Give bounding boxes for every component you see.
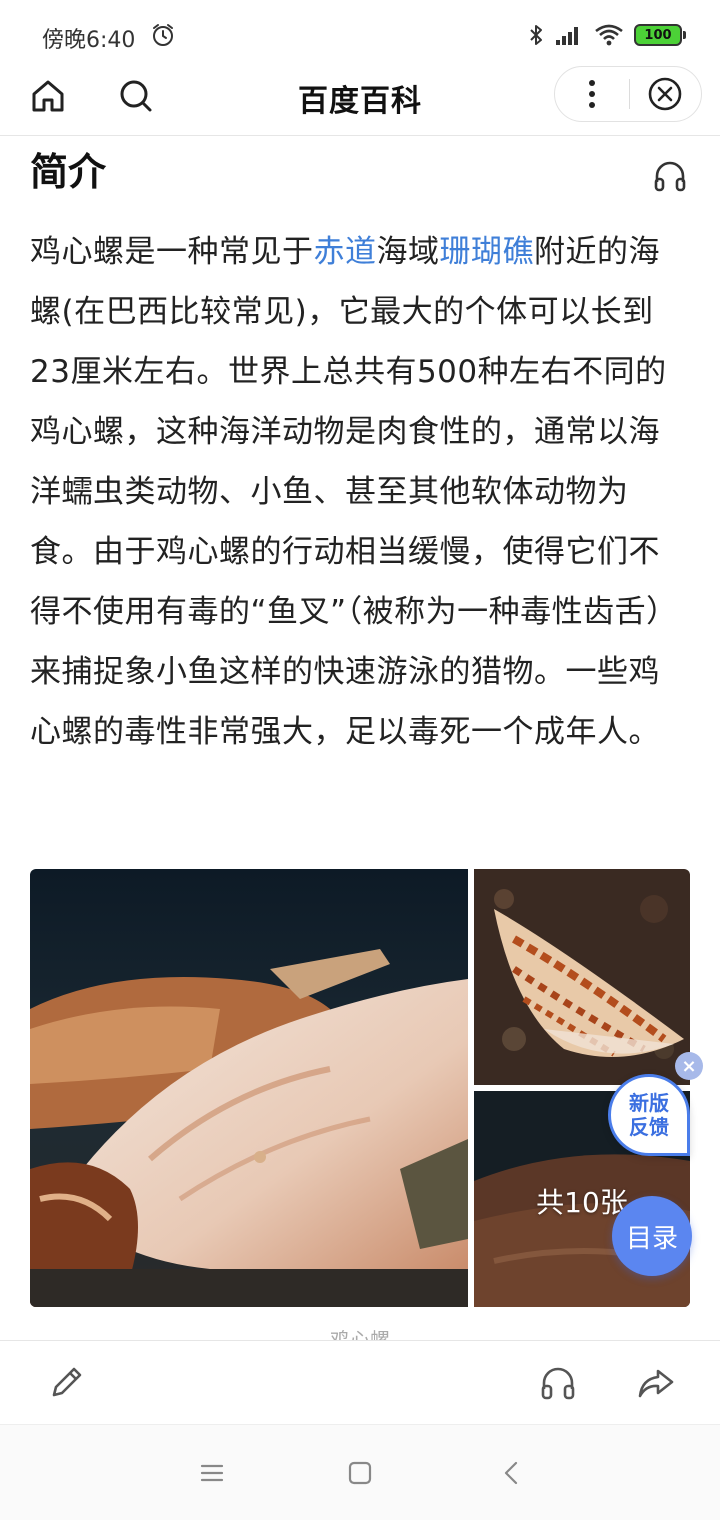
battery-indicator: 100 (634, 24, 686, 46)
system-nav-bar (0, 1424, 720, 1520)
image-gallery: 共10张 (30, 869, 690, 1307)
more-vertical-icon (588, 80, 595, 108)
link-coral-reef[interactable]: 珊瑚礁 (440, 234, 535, 270)
bottom-toolbar (0, 1340, 720, 1424)
gallery-main-image[interactable] (30, 869, 468, 1307)
back-icon[interactable] (498, 1459, 526, 1487)
mini-program-capsule (554, 66, 702, 122)
wifi-icon (595, 24, 623, 46)
feedback-bubble[interactable]: 新版 反馈 (608, 1074, 690, 1156)
home-square-icon[interactable] (346, 1459, 374, 1487)
status-time: 傍晚6:40 (42, 28, 136, 53)
link-equator[interactable]: 赤道 (314, 234, 377, 270)
section-title: 简介 (30, 150, 107, 194)
intro-text-2: 海域 (376, 234, 440, 270)
bluetooth-icon (530, 25, 542, 45)
close-button[interactable] (630, 66, 702, 122)
cone-snail-photo (30, 869, 468, 1307)
signal-icon (556, 27, 578, 45)
gallery-thumb-1[interactable] (474, 869, 690, 1085)
status-bar: 傍晚6:40 100 (0, 0, 720, 70)
alarm-icon (153, 24, 173, 46)
status-icons: 100 (528, 20, 686, 50)
feedback-line-1: 新版 (629, 1091, 669, 1115)
edit-icon[interactable] (46, 1363, 86, 1403)
intro-section-header: 简介 (30, 146, 690, 206)
top-nav-bar: 百度百科 (0, 66, 720, 136)
close-circle-icon (648, 77, 682, 111)
intro-text-3: 附近的海螺(在巴西比较常见)，它最大的个体可以长到23厘米左右。世界上总共有50… (30, 234, 678, 750)
intro-text-1: 鸡心螺是一种常见于 (30, 234, 314, 270)
image-caption: 鸡心螺 (330, 1328, 390, 1340)
headphones-icon[interactable] (652, 158, 688, 194)
intro-paragraph: 鸡心螺是一种常见于赤道海域珊瑚礁附近的海螺(在巴西比较常见)，它最大的个体可以长… (30, 222, 690, 762)
textile-cone-photo (474, 869, 690, 1085)
menu-icon[interactable] (198, 1459, 226, 1487)
headphones-icon[interactable] (538, 1363, 578, 1403)
feedback-line-2: 反馈 (629, 1115, 669, 1139)
more-button[interactable] (555, 66, 629, 122)
share-icon[interactable] (636, 1363, 676, 1403)
table-of-contents-button[interactable]: 目录 (612, 1196, 692, 1276)
feedback-close-button[interactable]: × (675, 1052, 703, 1080)
